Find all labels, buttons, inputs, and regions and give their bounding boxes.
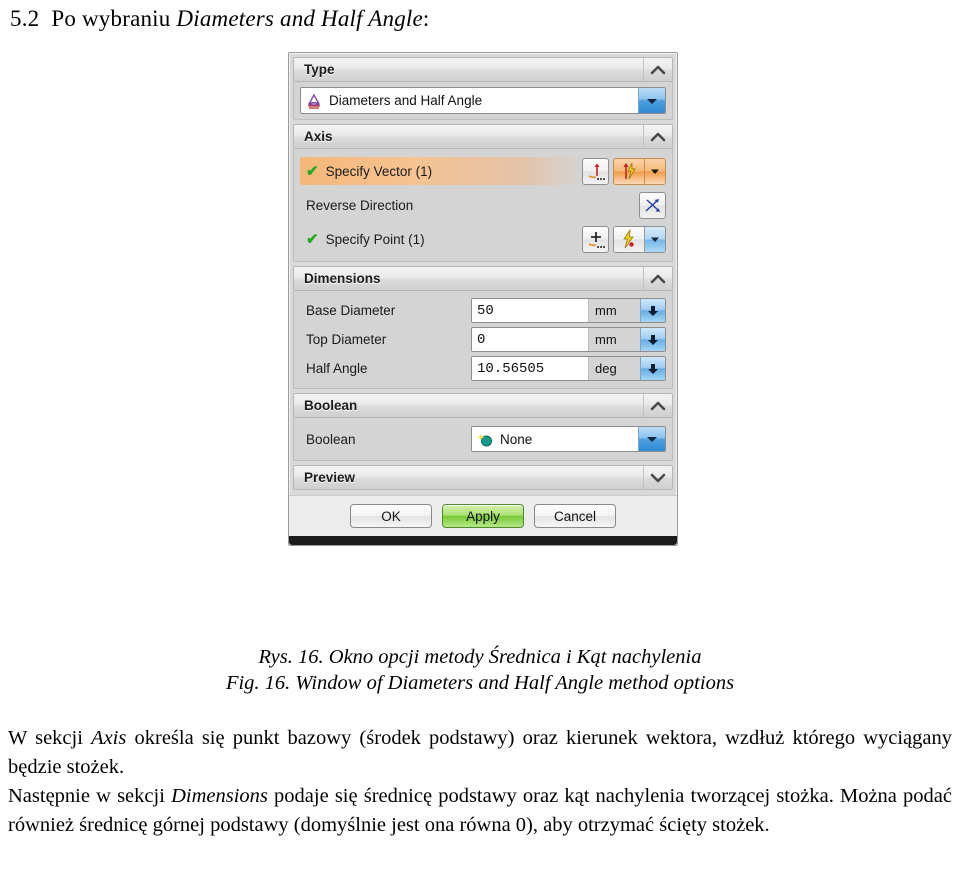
half-angle-input[interactable]: 10.56505 — [472, 357, 588, 380]
chevron-up-icon[interactable] — [643, 125, 672, 148]
half-angle-label: Half Angle — [306, 361, 368, 376]
specify-point-label: Specify Point (1) — [325, 231, 425, 247]
green-check-icon: ✔ — [306, 162, 319, 180]
reverse-direction-label: Reverse Direction — [306, 197, 414, 213]
section-body-axis: ✔ Specify Vector (1) Reverse Direction ✔… — [293, 149, 673, 262]
heading-text-after: : — [422, 6, 430, 31]
caption-line-polish: Rys. 16. Okno opcji metody Średnica i Ką… — [258, 646, 702, 668]
section-header-type[interactable]: Type — [293, 57, 673, 82]
base-diameter-field[interactable]: 50 mm — [471, 298, 666, 323]
figure-caption: Rys. 16. Okno opcji metody Średnica i Ką… — [0, 644, 960, 696]
half-angle-field[interactable]: 10.56505 deg — [471, 356, 666, 381]
specify-point-label-wrap: ✔ Specify Point (1) — [300, 225, 582, 253]
body-text: W sekcji Axis określa się punkt bazowy (… — [8, 724, 952, 840]
section-title-preview: Preview — [304, 470, 356, 485]
type-combo-value: Diameters and Half Angle — [329, 93, 483, 108]
vector-dialog-icon[interactable] — [582, 157, 609, 185]
dropdown-arrow-icon[interactable] — [638, 88, 665, 113]
specify-point-buttons — [582, 225, 666, 253]
document-page: 5.2 Po wybraniu Diameters and Half Angle:… — [0, 0, 960, 872]
inferred-point-split-button[interactable] — [613, 225, 666, 253]
section-header-dimensions[interactable]: Dimensions — [293, 266, 673, 291]
base-diameter-input[interactable]: 50 — [472, 299, 588, 322]
cone-frustum-icon — [301, 92, 327, 110]
section-body-dimensions: Base Diameter 50 mm Top Diameter 0 mm Ha… — [293, 291, 673, 389]
dialog-bottom-bar — [289, 536, 677, 545]
axis-row-reverse-direction[interactable]: Reverse Direction — [300, 188, 666, 222]
heading-emphasis: Diameters and Half Angle — [176, 6, 423, 31]
top-diameter-input[interactable]: 0 — [472, 328, 588, 351]
base-diameter-label: Base Diameter — [306, 303, 396, 318]
section-header-axis[interactable]: Axis — [293, 124, 673, 149]
dropdown-arrow-icon[interactable] — [644, 226, 665, 252]
apply-button[interactable]: Apply — [442, 504, 524, 528]
ok-button[interactable]: OK — [350, 504, 432, 528]
p2-emphasis: Dimensions — [171, 785, 268, 807]
dropdown-arrow-icon[interactable] — [640, 357, 665, 380]
dialog-button-bar: OK Apply Cancel — [289, 495, 677, 536]
dropdown-arrow-icon[interactable] — [640, 328, 665, 351]
caption-line-english: Fig. 16. Window of Diameters and Half An… — [225, 672, 735, 694]
section-heading: 5.2 Po wybraniu Diameters and Half Angle: — [10, 6, 430, 32]
top-diameter-label: Top Diameter — [306, 332, 387, 347]
point-dialog-icon[interactable] — [582, 225, 609, 253]
boolean-label: Boolean — [306, 431, 356, 447]
specify-vector-label-wrap: ✔ Specify Vector (1) — [300, 157, 582, 185]
p1-emphasis: Axis — [91, 727, 127, 749]
p1-text-a: W sekcji — [8, 727, 92, 749]
dimension-row-base-diameter: Base Diameter 50 mm — [300, 296, 666, 325]
axis-row-specify-vector[interactable]: ✔ Specify Vector (1) — [300, 154, 666, 188]
inferred-vector-split-button[interactable] — [613, 157, 666, 185]
section-title-type: Type — [304, 62, 335, 77]
base-diameter-unit: mm — [588, 299, 640, 322]
type-combo[interactable]: Diameters and Half Angle — [300, 87, 666, 114]
green-check-icon: ✔ — [306, 230, 319, 248]
boolean-combo-value: None — [500, 431, 533, 447]
top-diameter-unit: mm — [588, 328, 640, 351]
section-title-dimensions: Dimensions — [304, 271, 381, 286]
inferred-vector-icon[interactable] — [614, 158, 644, 184]
section-number: 5.2 — [10, 6, 40, 31]
top-diameter-field[interactable]: 0 mm — [471, 327, 666, 352]
half-angle-unit: deg — [588, 357, 640, 380]
nx-cone-dialog: Type Diameters and Half Angle Axis ✔ Spe… — [288, 52, 678, 546]
paragraph-dimensions: Następnie w sekcji Dimensions podaje się… — [8, 782, 952, 840]
boolean-row: Boolean None — [300, 423, 666, 455]
inferred-point-icon[interactable] — [614, 226, 644, 252]
chevron-up-icon[interactable] — [643, 394, 672, 417]
p2-text-a: Następnie w sekcji — [8, 785, 172, 807]
dimension-row-top-diameter: Top Diameter 0 mm — [300, 325, 666, 354]
dimension-row-half-angle: Half Angle 10.56505 deg — [300, 354, 666, 383]
boolean-none-icon — [472, 431, 498, 448]
dropdown-arrow-icon[interactable] — [640, 299, 665, 322]
reverse-direction-icon[interactable] — [639, 191, 666, 219]
section-title-boolean: Boolean — [304, 398, 358, 413]
section-header-boolean[interactable]: Boolean — [293, 393, 673, 418]
dropdown-arrow-icon[interactable] — [644, 158, 665, 184]
axis-row-specify-point[interactable]: ✔ Specify Point (1) — [300, 222, 666, 256]
specify-vector-label: Specify Vector (1) — [325, 163, 433, 179]
dropdown-arrow-icon[interactable] — [638, 427, 665, 451]
section-body-type: Diameters and Half Angle — [293, 82, 673, 120]
specify-vector-buttons — [582, 157, 666, 185]
section-body-boolean: Boolean None — [293, 418, 673, 461]
p1-text-b: określa się punkt bazowy (środek podstaw… — [8, 727, 953, 778]
section-title-axis: Axis — [304, 129, 333, 144]
boolean-combo[interactable]: None — [471, 426, 666, 452]
section-header-preview[interactable]: Preview — [293, 465, 673, 490]
heading-text-before: Po wybraniu — [51, 6, 177, 31]
chevron-down-icon[interactable] — [643, 466, 672, 489]
cancel-button[interactable]: Cancel — [534, 504, 616, 528]
chevron-up-icon[interactable] — [643, 58, 672, 81]
chevron-up-icon[interactable] — [643, 267, 672, 290]
paragraph-axis: W sekcji Axis określa się punkt bazowy (… — [8, 724, 952, 782]
